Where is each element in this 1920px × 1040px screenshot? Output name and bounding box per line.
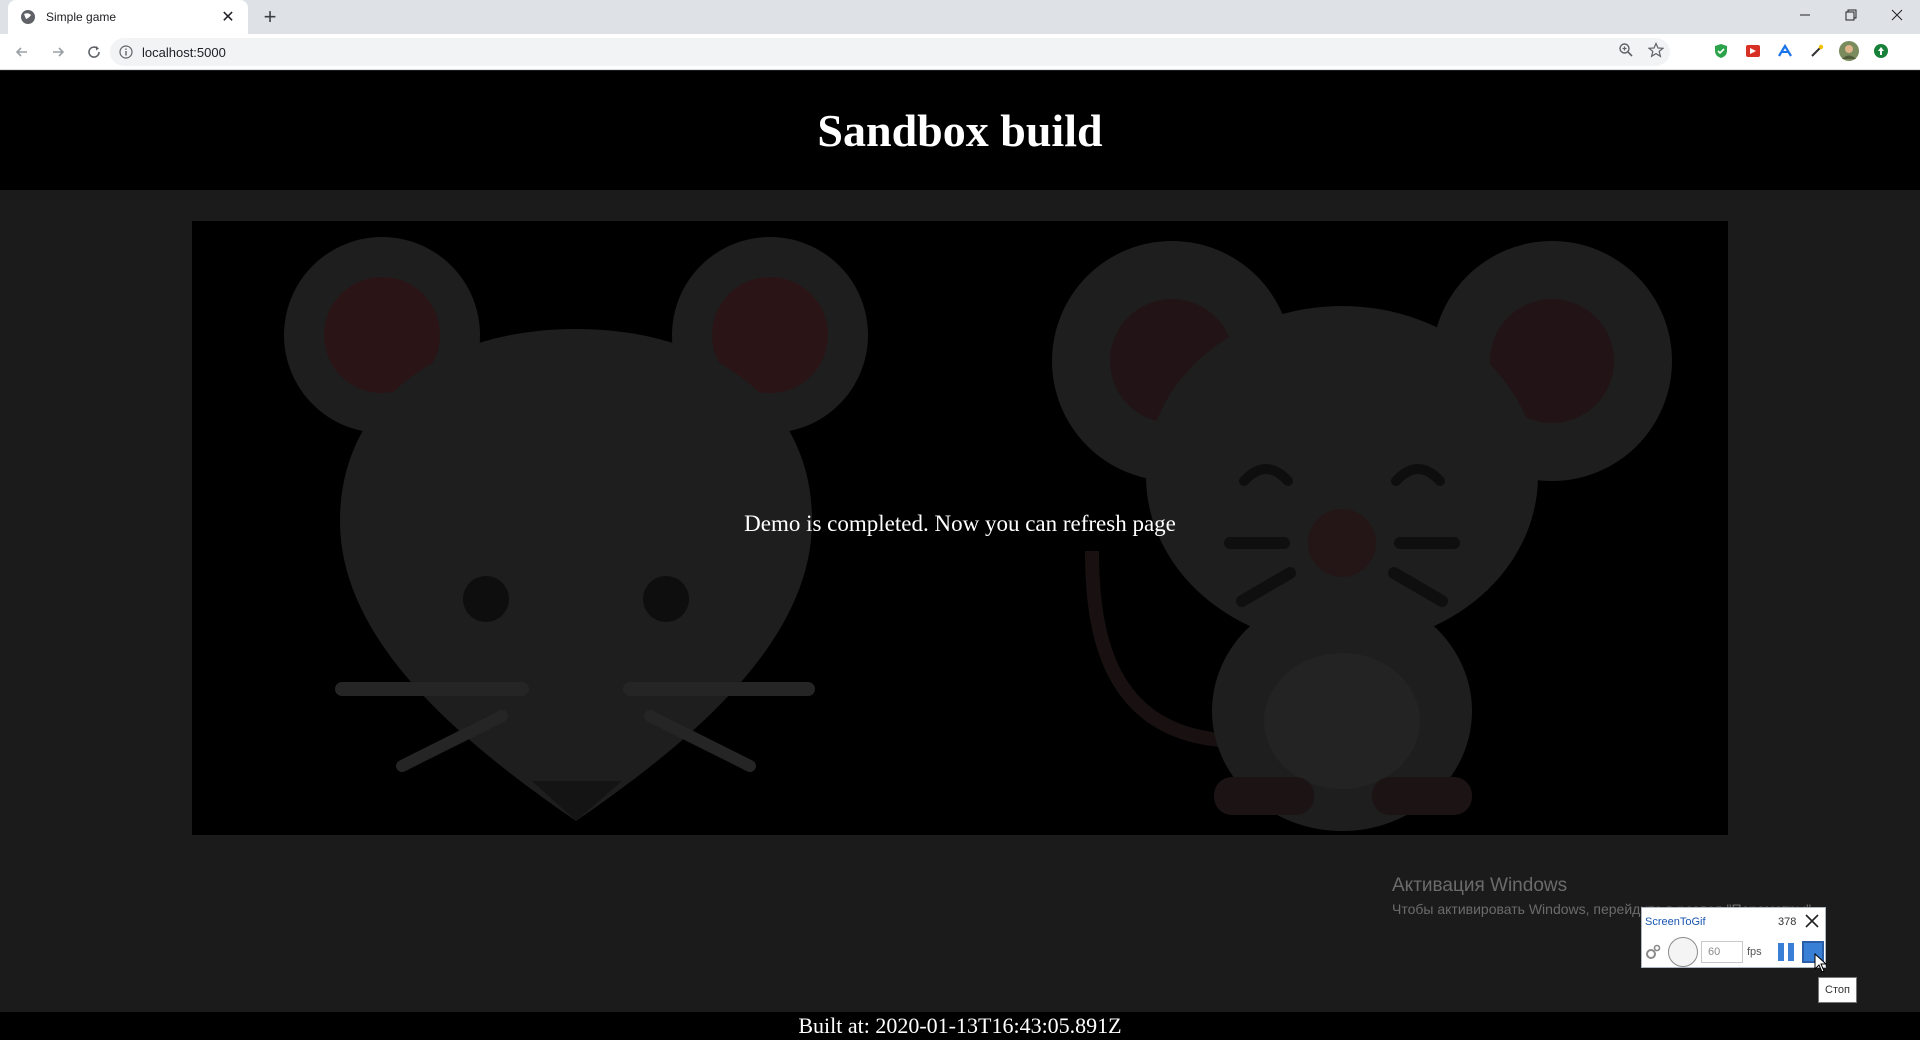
zoom-icon[interactable] (1618, 42, 1634, 63)
screentogif-widget: ScreenToGif 378 60 fps (1641, 907, 1826, 968)
new-tab-button[interactable]: + (256, 4, 284, 29)
profile-avatar[interactable] (1838, 40, 1860, 62)
minimize-button[interactable] (1782, 0, 1828, 30)
close-window-button[interactable] (1874, 0, 1920, 30)
browser-toolbar: localhost:5000 (0, 34, 1920, 70)
back-icon[interactable] (8, 38, 36, 66)
demo-completed-message: Demo is completed. Now you can refresh p… (744, 511, 1176, 536)
built-at-text: Built at: 2020-01-13T16:43:05.891Z (798, 1013, 1122, 1038)
activation-title: Активация Windows (1392, 875, 1568, 896)
omnibox-actions (1618, 42, 1665, 63)
close-icon[interactable] (1802, 911, 1822, 931)
fps-input[interactable]: 60 (1701, 941, 1743, 963)
forward-icon[interactable] (44, 38, 72, 66)
page-header: Sandbox build (0, 71, 1920, 190)
window-controls (1782, 0, 1920, 34)
red-extension-icon[interactable] (1742, 40, 1764, 62)
star-icon[interactable] (1647, 42, 1665, 63)
stop-tooltip: Стоп (1818, 977, 1857, 1003)
screentogif-title: ScreenToGif (1645, 916, 1706, 928)
game-canvas[interactable]: Demo is completed. Now you can refresh p… (192, 221, 1728, 835)
browser-tab[interactable]: Simple game ✕ (8, 0, 248, 34)
restore-button[interactable] (1828, 0, 1874, 30)
frame-count: 378 (1778, 916, 1797, 928)
mouse-cursor-icon (1814, 953, 1828, 973)
pause-button[interactable] (1776, 942, 1796, 962)
info-icon[interactable] (118, 44, 134, 60)
fps-label: fps (1747, 946, 1762, 958)
reload-icon[interactable] (80, 38, 108, 66)
screentogif-controls: 60 fps (1644, 937, 1824, 967)
url-text: localhost:5000 (142, 44, 226, 60)
blue-extension-icon[interactable] (1774, 40, 1796, 62)
globe-icon (20, 9, 36, 25)
address-bar[interactable]: localhost:5000 (110, 38, 1670, 66)
record-button[interactable] (1668, 937, 1698, 967)
shield-extension-icon[interactable] (1710, 40, 1732, 62)
tab-close-icon[interactable]: ✕ (218, 7, 238, 27)
green-extension-icon[interactable] (1870, 40, 1892, 62)
page-footer: Built at: 2020-01-13T16:43:05.891Z (0, 1012, 1920, 1040)
browser-tab-strip: Simple game ✕ + (0, 0, 1920, 34)
tab-title: Simple game (46, 10, 117, 24)
gear-icon[interactable] (1644, 943, 1662, 961)
extensions-area (1710, 40, 1892, 62)
page-title: Sandbox build (817, 105, 1103, 156)
eyedropper-extension-icon[interactable] (1806, 40, 1828, 62)
